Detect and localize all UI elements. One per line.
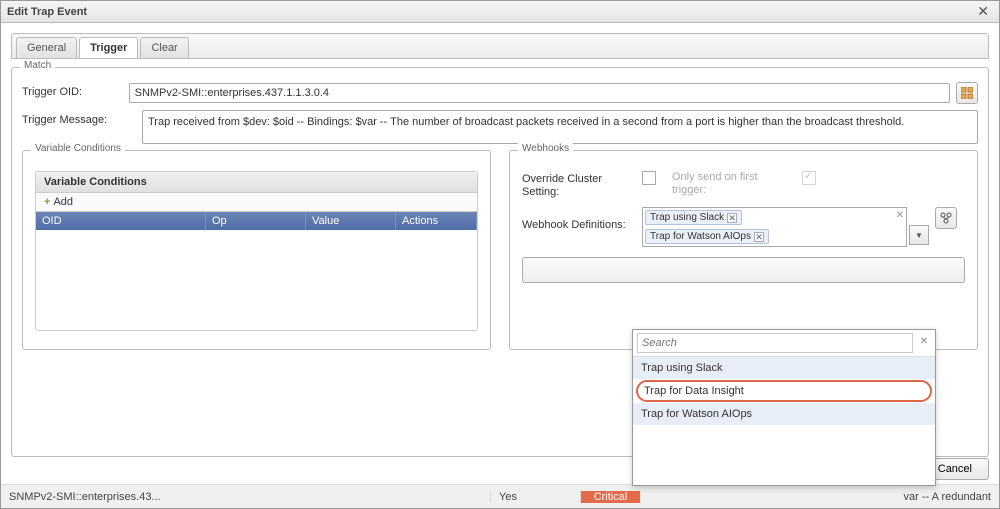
trigger-msg-row: Trigger Message: Trap received from $dev… (22, 110, 978, 144)
dropdown-search-row: ✕ (633, 330, 935, 357)
chip-trap-watson: Trap for Watson AIOps✕ (645, 229, 769, 244)
bg-msg-cell: var -- A redundant (641, 491, 999, 503)
webhook-dropdown: ✕ Trap using Slack Trap for Data Insight… (632, 329, 936, 486)
webhooks-section: Webhooks Override Cluster Setting: Only … (509, 150, 978, 350)
clear-search-icon[interactable]: ✕ (917, 336, 931, 350)
dropdown-item-data-insight[interactable]: Trap for Data Insight (636, 380, 932, 402)
oid-browse-button[interactable] (956, 82, 978, 104)
trigger-oid-row: Trigger OID: (22, 82, 978, 104)
plus-icon: + (44, 196, 50, 208)
window-title: Edit Trap Event (7, 6, 87, 18)
chip-remove-icon[interactable]: ✕ (754, 232, 764, 242)
only-send-checkbox (802, 171, 816, 185)
tab-general[interactable]: General (16, 37, 77, 58)
webhook-definitions-field[interactable]: Trap using Slack✕ ✕ Trap for Watson AIOp… (642, 207, 907, 247)
match-legend: Match (20, 60, 55, 71)
chip-trap-slack: Trap using Slack✕ (645, 210, 742, 225)
trigger-msg-label: Trigger Message: (22, 110, 142, 126)
conditions-webhooks-row: Variable Conditions Variable Conditions … (22, 150, 978, 350)
tab-bar: General Trigger Clear (11, 33, 989, 59)
bg-critical-badge: Critical (581, 491, 641, 503)
header-value[interactable]: Value (306, 212, 396, 230)
trigger-msg-input[interactable]: Trap received from $dev: $oid -- Binding… (142, 110, 978, 144)
add-condition-button[interactable]: +Add (36, 193, 477, 212)
tab-clear[interactable]: Clear (140, 37, 188, 58)
trigger-oid-label: Trigger OID: (22, 82, 129, 98)
variable-conditions-headers: OID Op Value Actions (36, 212, 477, 230)
dropdown-empty-space (633, 425, 935, 485)
override-checkbox[interactable] (642, 171, 656, 185)
dialog-window: Edit Trap Event ✕ General Trigger Clear … (0, 0, 1000, 509)
tab-trigger[interactable]: Trigger (79, 37, 138, 58)
close-icon[interactable]: ✕ (973, 3, 993, 20)
dropdown-toggle-button[interactable] (909, 225, 929, 245)
definitions-row: Webhook Definitions: Trap using Slack✕ ✕… (522, 207, 965, 247)
variable-conditions-panel: Variable Conditions +Add OID Op Value Ac… (35, 171, 478, 331)
trigger-oid-input[interactable] (129, 83, 950, 103)
variable-conditions-title: Variable Conditions (36, 172, 477, 193)
dropdown-item-slack[interactable]: Trap using Slack (633, 357, 935, 379)
header-actions[interactable]: Actions (396, 212, 477, 230)
background-table-row: SNMPv2-SMI::enterprises.43... Yes Critic… (1, 484, 999, 508)
webhooks-legend: Webhooks (518, 143, 573, 154)
variable-conditions-legend: Variable Conditions (31, 143, 125, 154)
clear-all-icon[interactable]: ✕ (896, 210, 904, 225)
chip-remove-icon[interactable]: ✕ (727, 213, 737, 223)
override-row: Override Cluster Setting: Only send on f… (522, 171, 965, 199)
bg-yes-cell: Yes (491, 491, 581, 503)
variable-conditions-section: Variable Conditions Variable Conditions … (22, 150, 491, 350)
header-op[interactable]: Op (206, 212, 306, 230)
only-send-label: Only send on first trigger: (672, 171, 792, 197)
override-label: Override Cluster Setting: (522, 171, 642, 199)
variable-conditions-body (36, 230, 477, 330)
titlebar: Edit Trap Event ✕ (1, 1, 999, 23)
dropdown-item-watson[interactable]: Trap for Watson AIOps (633, 403, 935, 425)
definitions-label: Webhook Definitions: (522, 207, 642, 232)
content-area: General Trigger Clear Match Trigger OID:… (1, 23, 999, 508)
dropdown-search-input[interactable] (637, 333, 913, 353)
test-webhook-button[interactable] (522, 257, 965, 283)
webhook-settings-button[interactable] (935, 207, 957, 229)
bg-oid-cell: SNMPv2-SMI::enterprises.43... (1, 491, 491, 503)
header-oid[interactable]: OID (36, 212, 206, 230)
